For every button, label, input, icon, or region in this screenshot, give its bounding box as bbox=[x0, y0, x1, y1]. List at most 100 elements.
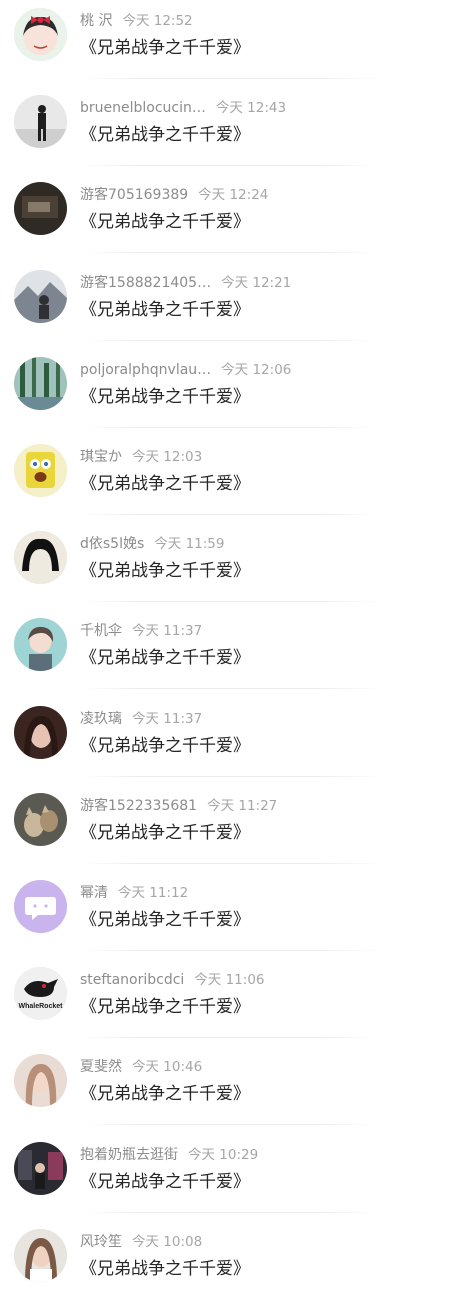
comment-meta: 幂清 今天 11:12 bbox=[80, 883, 188, 903]
username[interactable]: 夏斐然 bbox=[80, 1057, 122, 1077]
comment-text: 《兄弟战争之千千爱》 bbox=[80, 299, 250, 320]
timestamp: 今天 12:24 bbox=[198, 187, 269, 204]
username[interactable]: 抱着奶瓶去逛街 bbox=[80, 1145, 178, 1165]
divider bbox=[80, 1211, 380, 1213]
username[interactable]: 游客1522335681 bbox=[80, 796, 197, 816]
comment-item[interactable]: d依s5l娩s 今天 11:59 《兄弟战争之千千爱》 bbox=[0, 523, 463, 610]
svg-text:WhaleRocket: WhaleRocket bbox=[19, 1003, 64, 1010]
timestamp: 今天 12:52 bbox=[122, 13, 193, 29]
comment-item[interactable]: 风玲笙 今天 10:08 《兄弟战争之千千爱》 bbox=[0, 1221, 463, 1308]
comment-item[interactable]: bruenelblocucin… 今天 12:43 《兄弟战争之千千爱》 bbox=[0, 87, 463, 174]
comment-item[interactable]: poljoralphqnvlau… 今天 12:06 《兄弟战争之千千爱》 bbox=[0, 349, 463, 436]
whale-rocket-logo-avatar[interactable]: WhaleRocket bbox=[14, 967, 67, 1021]
timestamp: 今天 10:29 bbox=[188, 1146, 259, 1163]
username[interactable]: 桃 沢 bbox=[80, 11, 112, 31]
timestamp: 今天 12:43 bbox=[215, 100, 287, 117]
chat-bubble-avatar[interactable] bbox=[14, 880, 67, 933]
divider bbox=[80, 339, 380, 341]
comment-meta: 夏斐然 今天 10:46 bbox=[80, 1057, 202, 1077]
comment-text: 《兄弟战争之千千爱》 bbox=[80, 1258, 250, 1279]
person-standing-avatar[interactable] bbox=[14, 95, 67, 149]
timestamp: 今天 12:06 bbox=[221, 361, 292, 378]
username[interactable]: bruenelblocucin… bbox=[80, 98, 206, 118]
comment-text: 《兄弟战争之千千爱》 bbox=[80, 474, 250, 494]
comment-item[interactable]: 夏斐然 今天 10:46 《兄弟战争之千千爱》 bbox=[0, 1046, 463, 1133]
comment-item[interactable]: 千机伞 今天 11:37 《兄弟战争之千千爱》 bbox=[0, 610, 463, 697]
spongebob-avatar[interactable] bbox=[14, 444, 67, 497]
username[interactable]: poljoralphqnvlau… bbox=[80, 360, 211, 380]
girl-portrait-avatar[interactable] bbox=[14, 1054, 67, 1108]
timestamp: 今天 12:03 bbox=[132, 449, 203, 465]
comment-text: 《兄弟战争之千千爱》 bbox=[80, 997, 250, 1018]
timestamp: 今天 11:37 bbox=[132, 710, 203, 727]
username[interactable]: 千机伞 bbox=[80, 621, 122, 641]
comment-text: 《兄弟战争之千千爱》 bbox=[80, 822, 250, 843]
comment-item[interactable]: 桃 沢今天 12:52 《兄弟战争之千千爱》 bbox=[0, 0, 463, 87]
comment-meta: 游客705169389 今天 12:24 bbox=[80, 185, 268, 205]
comment-meta: 抱着奶瓶去逛街 今天 10:29 bbox=[80, 1145, 258, 1165]
timestamp: 今天 11:27 bbox=[207, 797, 278, 814]
divider bbox=[80, 950, 380, 951]
comment-meta: d依s5l娩s 今天 11:59 bbox=[80, 534, 224, 554]
timestamp: 今天 11:12 bbox=[118, 885, 189, 901]
divider bbox=[80, 1037, 380, 1039]
username[interactable]: 琪宝か bbox=[80, 447, 122, 467]
divider bbox=[80, 165, 380, 167]
landscape-person-avatar[interactable] bbox=[14, 269, 67, 323]
username[interactable]: 凌玖璃 bbox=[80, 709, 122, 729]
divider bbox=[80, 862, 380, 864]
timestamp: 今天 10:08 bbox=[132, 1233, 203, 1250]
woman-portrait-avatar[interactable] bbox=[14, 705, 67, 759]
comment-text: 《兄弟战争之千千爱》 bbox=[80, 648, 250, 669]
divider bbox=[80, 514, 380, 515]
comment-text: 《兄弟战争之千千爱》 bbox=[80, 735, 250, 756]
comment-text: 《兄弟战争之千千爱》 bbox=[80, 910, 250, 930]
anime-boy-avatar[interactable] bbox=[14, 618, 67, 672]
comment-meta: 游客1588821405… 今天 12:21 bbox=[80, 273, 291, 293]
comment-item[interactable]: 幂清 今天 11:12 《兄弟战争之千千爱》 bbox=[0, 872, 463, 959]
comment-item[interactable]: 抱着奶瓶去逛街 今天 10:29 《兄弟战争之千千爱》 bbox=[0, 1134, 463, 1221]
comment-item[interactable]: 琪宝か 今天 12:03 《兄弟战争之千千爱》 bbox=[0, 436, 463, 523]
divider bbox=[80, 426, 380, 428]
street-photo-avatar[interactable] bbox=[14, 1141, 67, 1195]
comment-item[interactable]: 游客1522335681 今天 11:27 《兄弟战争之千千爱》 bbox=[0, 785, 463, 872]
divider bbox=[80, 601, 380, 603]
comment-text: 《兄弟战争之千千爱》 bbox=[80, 125, 250, 146]
comment-item[interactable]: 凌玖璃 今天 11:37 《兄弟战争之千千爱》 bbox=[0, 698, 463, 785]
timestamp: 今天 12:21 bbox=[221, 274, 292, 291]
username[interactable]: 游客705169389 bbox=[80, 185, 188, 205]
divider bbox=[80, 1124, 380, 1126]
divider bbox=[80, 78, 380, 79]
username[interactable]: d依s5l娩s bbox=[80, 534, 144, 554]
comment-text: 《兄弟战争之千千爱》 bbox=[80, 38, 250, 58]
comment-item[interactable]: WhaleRocket steftanoribcdci 今天 11:06 《兄弟战争之… bbox=[0, 959, 463, 1046]
woman-photo-avatar[interactable] bbox=[14, 1228, 67, 1282]
dark-photo-avatar[interactable] bbox=[14, 182, 67, 236]
timestamp: 今天 10:46 bbox=[132, 1059, 203, 1076]
comment-text: 《兄弟战争之千千爱》 bbox=[80, 1084, 250, 1105]
comment-meta: steftanoribcdci 今天 11:06 bbox=[80, 970, 265, 990]
comment-meta: 游客1522335681 今天 11:27 bbox=[80, 796, 277, 816]
comment-list: 桃 沢今天 12:52 《兄弟战争之千千爱》 bruenelblocucin… 今天… bbox=[0, 0, 463, 1282]
cats-avatar[interactable] bbox=[14, 792, 67, 846]
timestamp: 今天 11:59 bbox=[154, 536, 225, 553]
timestamp: 今天 11:37 bbox=[132, 623, 203, 640]
comment-meta: 琪宝か 今天 12:03 bbox=[80, 447, 202, 467]
comment-text: 《兄弟战争之千千爱》 bbox=[80, 212, 250, 233]
black-hair-avatar[interactable] bbox=[14, 531, 67, 585]
comment-meta: bruenelblocucin… 今天 12:43 bbox=[80, 98, 286, 118]
comment-item[interactable]: 游客1588821405… 今天 12:21 《兄弟战争之千千爱》 bbox=[0, 262, 463, 349]
comment-meta: 桃 沢今天 12:52 bbox=[80, 11, 193, 31]
girl-red-bow-avatar[interactable] bbox=[14, 8, 67, 61]
comment-meta: 风玲笙 今天 10:08 bbox=[80, 1232, 202, 1252]
username[interactable]: 风玲笙 bbox=[80, 1232, 122, 1252]
username[interactable]: steftanoribcdci bbox=[80, 970, 184, 990]
comment-meta: 凌玖璃 今天 11:37 bbox=[80, 709, 202, 729]
timestamp: 今天 11:06 bbox=[194, 972, 265, 989]
username[interactable]: 游客1588821405… bbox=[80, 273, 211, 293]
username[interactable]: 幂清 bbox=[80, 883, 108, 903]
forest-avatar[interactable] bbox=[14, 356, 67, 410]
divider bbox=[80, 252, 380, 254]
divider bbox=[80, 688, 380, 690]
comment-item[interactable]: 游客705169389 今天 12:24 《兄弟战争之千千爱》 bbox=[0, 174, 463, 261]
